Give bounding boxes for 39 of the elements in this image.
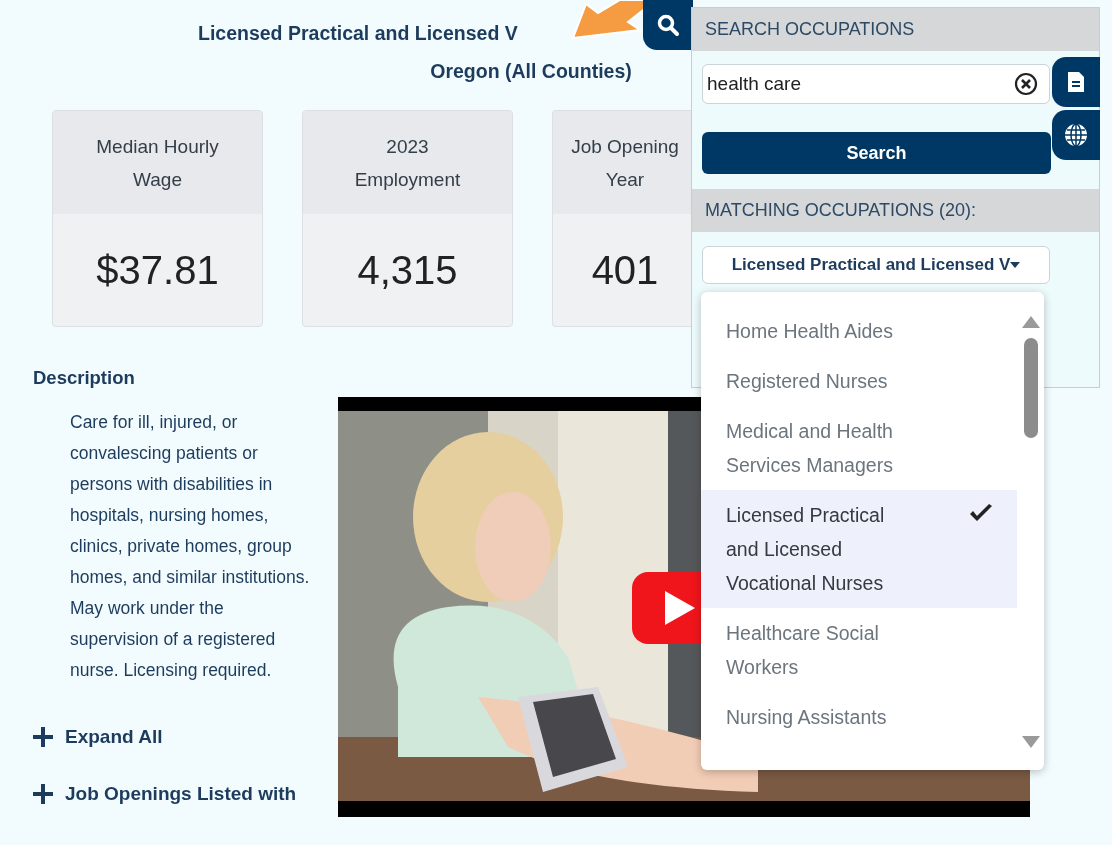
search-button[interactable]: Search — [702, 132, 1051, 174]
stat-label: Job Opening — [571, 134, 679, 159]
stat-label: Wage — [133, 167, 182, 192]
stat-label: Year — [605, 167, 645, 192]
stat-label: Employment — [354, 167, 461, 192]
page-title: Licensed Practical and Licensed V — [198, 21, 518, 46]
globe-icon — [1064, 123, 1088, 147]
dropdown-option[interactable]: Registered Nurses — [701, 356, 1017, 406]
dropdown-option[interactable]: Medical and Health Services Managers — [701, 406, 1017, 490]
panel-header: MATCHING OCCUPATIONS (20): — [692, 189, 1099, 232]
accordion-toggle[interactable]: Expand All — [33, 726, 163, 748]
stat-label: 2023 — [386, 134, 429, 159]
play-icon — [665, 591, 695, 625]
dropdown-option[interactable]: Healthcare Social Workers — [701, 608, 1017, 692]
language-tab[interactable] — [1052, 110, 1100, 160]
description-text: Care for ill, injured, or convalescing patients or persons with disabilities in hospitals, nursing homes, clinics, private homes, group homes, and similar institutions. May work under the supervision of a registered nurse. Licensing required. — [70, 411, 311, 682]
accordion-toggle[interactable]: Job Openings Listed with — [33, 783, 297, 805]
section-title: Description — [33, 367, 135, 389]
search-icon — [656, 13, 680, 37]
stat-value: $37.81 — [96, 247, 219, 293]
document-icon — [1067, 71, 1085, 93]
page-subtitle: Oregon (All Counties) — [430, 59, 632, 84]
scrollbar-thumb[interactable] — [1023, 338, 1038, 438]
check-icon — [969, 504, 993, 524]
scroll-down-icon[interactable] — [1021, 736, 1040, 748]
scroll-up-icon[interactable] — [1021, 316, 1040, 328]
dropdown-option[interactable]: Licensed Practical and Licensed Vocational Nurses — [701, 490, 1017, 608]
dropdown-option[interactable]: Home Health Aides — [701, 306, 1017, 356]
panel-header: SEARCH OCCUPATIONS — [692, 8, 1099, 51]
search-field[interactable]: health care — [702, 64, 1050, 104]
clear-icon[interactable] — [1014, 72, 1038, 96]
report-tab[interactable] — [1052, 57, 1100, 107]
occupation-select[interactable]: Licensed Practical and Licensed V — [702, 246, 1050, 284]
caret-icon — [1010, 261, 1021, 269]
dropdown-option[interactable]: Nursing Assistants — [701, 692, 1017, 742]
search-toggle[interactable] — [643, 0, 693, 50]
stat-value: 401 — [591, 247, 659, 293]
stat-value: 4,315 — [357, 247, 458, 293]
stat-label: Median Hourly — [96, 134, 219, 159]
